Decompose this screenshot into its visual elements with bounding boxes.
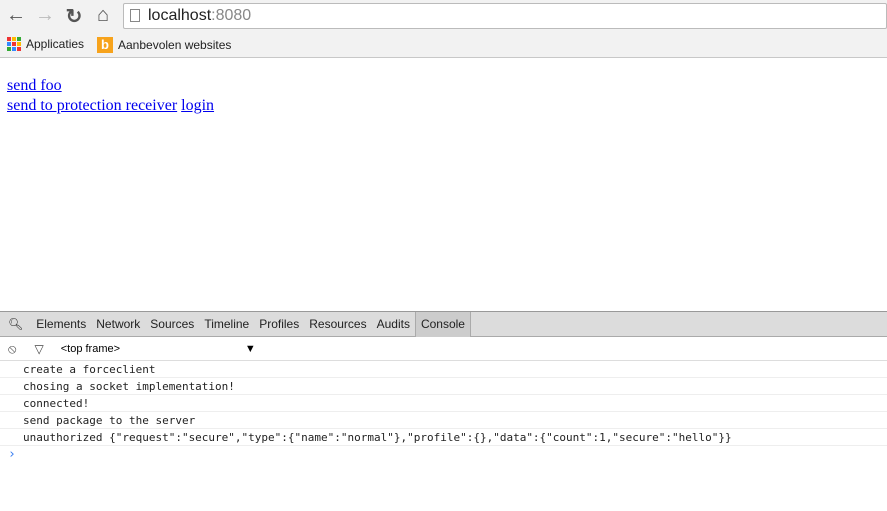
console-line: unauthorized {"request":"secure","type":… (0, 429, 887, 446)
devtools-panel: 🔍︎ Elements Network Sources Timeline Pro… (0, 311, 887, 511)
filter-icon[interactable]: ▽ (34, 342, 43, 356)
console-prompt[interactable]: › (0, 446, 887, 464)
devtools-tabs: 🔍︎ Elements Network Sources Timeline Pro… (0, 311, 887, 337)
send-foo-link[interactable]: send foo (7, 77, 62, 94)
tab-resources[interactable]: Resources (304, 312, 371, 337)
console-line: chosing a socket implementation! (0, 378, 887, 395)
back-button[interactable]: ← (4, 4, 28, 27)
console-line: create a forceclient (0, 361, 887, 378)
dropdown-arrow-icon: ▼ (244, 342, 256, 355)
console-toolbar: ⦸ ▽ <top frame> ▼ (0, 337, 887, 361)
browser-toolbar: ← → ↻ ⌂ localhost:8080 (0, 0, 887, 32)
address-bar[interactable]: localhost:8080 (123, 3, 887, 29)
page-icon (130, 9, 140, 22)
home-button[interactable]: ⌂ (91, 4, 115, 27)
tab-elements[interactable]: Elements (31, 312, 91, 337)
tab-audits[interactable]: Audits (372, 312, 415, 337)
console-line: connected! (0, 395, 887, 412)
bookmarks-bar: Applicaties b Aanbevolen websites (0, 32, 887, 58)
reload-button[interactable]: ↻ (62, 4, 86, 29)
tab-console[interactable]: Console (414, 311, 471, 337)
console-line: send package to the server (0, 412, 887, 429)
bookmark-applicaties[interactable]: Applicaties (7, 37, 84, 51)
console-output: create a forceclient chosing a socket im… (0, 361, 887, 464)
login-link[interactable]: login (181, 97, 214, 114)
tab-profiles[interactable]: Profiles (254, 312, 304, 337)
frame-select[interactable]: <top frame> ▼ (61, 343, 256, 355)
page-content: send foo send to protection receiver log… (7, 76, 214, 116)
apps-grid-icon (7, 37, 21, 51)
search-icon[interactable]: 🔍︎ (0, 312, 31, 337)
tab-timeline[interactable]: Timeline (199, 312, 254, 337)
tab-sources[interactable]: Sources (145, 312, 199, 337)
forward-button[interactable]: → (33, 4, 57, 27)
bookmark-aanbevolen-websites[interactable]: b Aanbevolen websites (97, 37, 231, 53)
send-protection-link[interactable]: send to protection receiver (7, 97, 177, 114)
tab-network[interactable]: Network (91, 312, 145, 337)
bing-icon: b (97, 37, 113, 53)
clear-console-icon[interactable]: ⦸ (8, 341, 16, 357)
